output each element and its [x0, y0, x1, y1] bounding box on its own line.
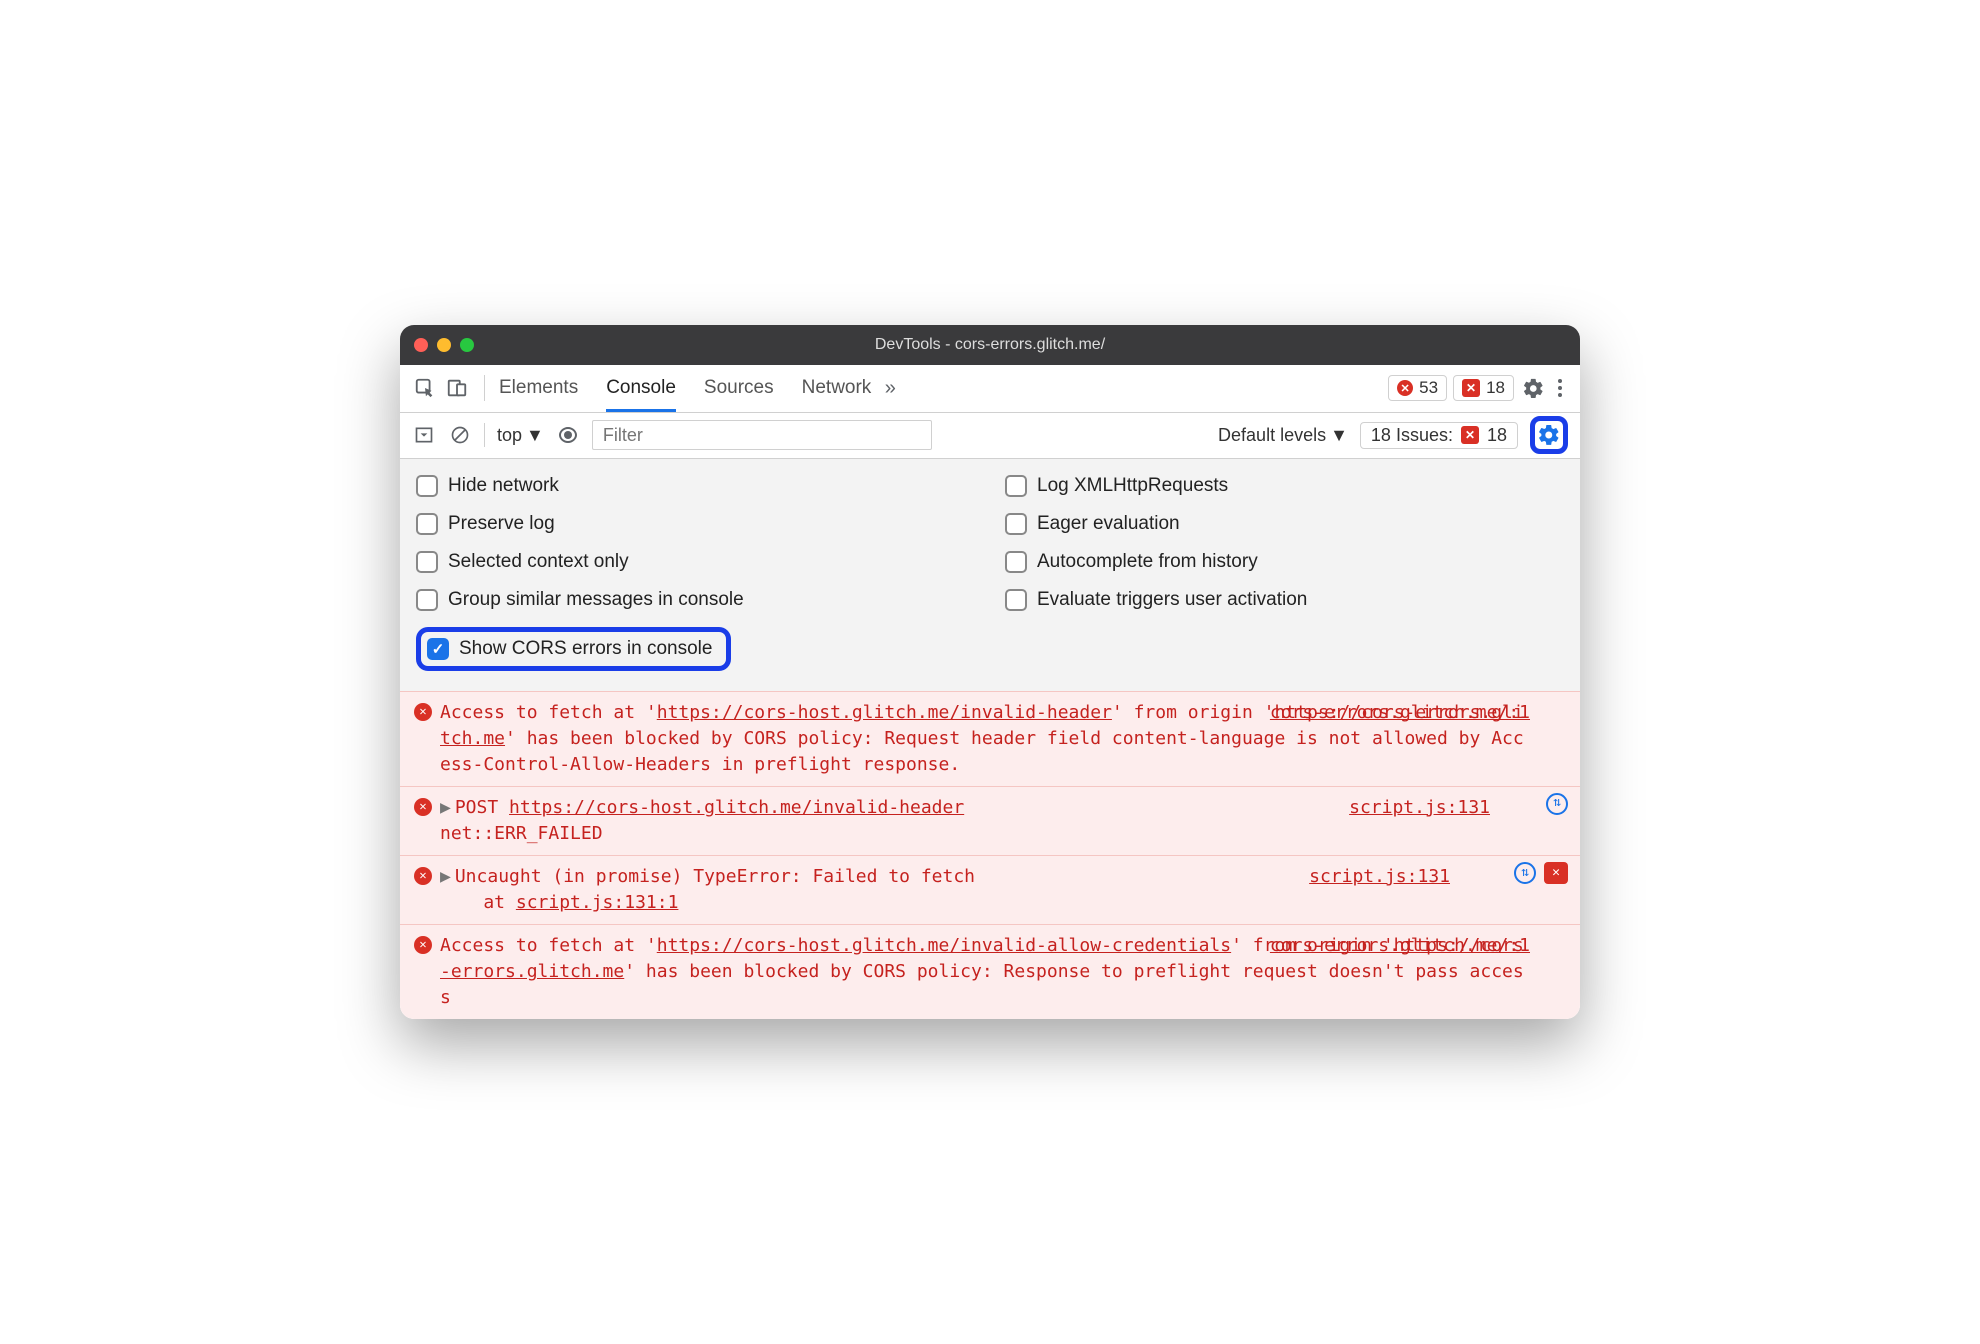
console-messages: ✕cors-errors.glitch.me/:1Access to fetch… — [400, 691, 1580, 1020]
error-icon: ✕ — [414, 703, 432, 721]
pref-show-cors-errors-in-console[interactable]: Show CORS errors in console — [416, 627, 731, 671]
console-message[interactable]: ✕cors-errors.glitch.me/:1Access to fetch… — [400, 691, 1580, 786]
log-levels-selector[interactable]: Default levels ▼ — [1218, 425, 1348, 446]
clear-console-icon[interactable] — [448, 423, 472, 447]
expand-icon[interactable]: ▶ — [440, 797, 451, 818]
issues-label: 18 Issues: — [1371, 425, 1453, 446]
error-icon: ✕ — [1397, 380, 1413, 396]
pref-preserve-log[interactable]: Preserve log — [416, 513, 975, 535]
pref-group-similar-messages-in-console[interactable]: Group similar messages in console — [416, 589, 975, 611]
pref-label: Log XMLHttpRequests — [1037, 475, 1228, 497]
console-message[interactable]: ✕⇅script.js:131▶POST https://cors-host.g… — [400, 786, 1580, 855]
chevron-down-icon: ▼ — [1330, 425, 1348, 446]
device-toolbar-icon[interactable] — [444, 375, 470, 401]
checkbox-eager-evaluation[interactable] — [1005, 513, 1027, 535]
error-icon: ✕ — [414, 936, 432, 954]
tab-elements[interactable]: Elements — [499, 365, 578, 412]
pref-hide-network[interactable]: Hide network — [416, 475, 975, 497]
expand-icon[interactable]: ▶ — [440, 866, 451, 887]
error-icon: ✕ — [414, 798, 432, 816]
pref-label: Preserve log — [448, 513, 555, 535]
source-link[interactable]: script.js:131 — [1349, 795, 1490, 821]
tab-console[interactable]: Console — [606, 365, 676, 412]
checkbox-evaluate-triggers-user-activation[interactable] — [1005, 589, 1027, 611]
source-link[interactable]: cors-errors.glitch.me/:1 — [1270, 933, 1530, 959]
minimize-window-button[interactable] — [437, 338, 451, 352]
tab-sources[interactable]: Sources — [704, 365, 774, 412]
issue-icon: ✕ — [1461, 426, 1479, 444]
pref-label: Show CORS errors in console — [459, 638, 712, 660]
console-message[interactable]: ✕cors-errors.glitch.me/:1Access to fetch… — [400, 924, 1580, 1019]
tab-network[interactable]: Network — [802, 365, 872, 412]
issues-counter[interactable]: ✕ 18 — [1453, 375, 1514, 401]
pref-selected-context-only[interactable]: Selected context only — [416, 551, 975, 573]
issue-icon[interactable]: ✕ — [1544, 862, 1568, 884]
checkbox-log-xmlhttprequests[interactable] — [1005, 475, 1027, 497]
pref-label: Hide network — [448, 475, 559, 497]
errors-count: 53 — [1419, 378, 1438, 398]
window-title: DevTools - cors-errors.glitch.me/ — [400, 336, 1580, 354]
live-expression-icon[interactable] — [556, 423, 580, 447]
source-link[interactable]: script.js:131 — [1309, 864, 1450, 890]
issues-count: 18 — [1486, 378, 1505, 398]
issues-summary[interactable]: 18 Issues: ✕ 18 — [1360, 422, 1518, 449]
checkbox-selected-context-only[interactable] — [416, 551, 438, 573]
url-link[interactable]: https://cors-host.glitch.me/invalid-head… — [657, 702, 1112, 723]
separator — [484, 375, 485, 401]
stack-link[interactable]: script.js:131:1 — [516, 892, 679, 913]
console-settings-button[interactable] — [1530, 416, 1568, 454]
pref-evaluate-triggers-user-activation[interactable]: Evaluate triggers user activation — [1005, 589, 1564, 611]
checkbox-preserve-log[interactable] — [416, 513, 438, 535]
url-link[interactable]: https://cors-host.glitch.me/invalid-head… — [509, 797, 964, 818]
issue-icon: ✕ — [1462, 379, 1480, 397]
network-icon[interactable]: ⇅ — [1514, 862, 1536, 884]
pref-label: Evaluate triggers user activation — [1037, 589, 1307, 611]
errors-counter[interactable]: ✕ 53 — [1388, 375, 1447, 401]
chevron-down-icon: ▼ — [526, 425, 544, 446]
checkbox-autocomplete-from-history[interactable] — [1005, 551, 1027, 573]
pref-eager-evaluation[interactable]: Eager evaluation — [1005, 513, 1564, 535]
levels-label: Default levels — [1218, 425, 1326, 446]
issues-badge-count: 18 — [1487, 425, 1507, 446]
pref-label: Group similar messages in console — [448, 589, 744, 611]
console-toolbar: top ▼ Default levels ▼ 18 Issues: ✕ 18 — [400, 413, 1580, 459]
panel-tabs: Elements Console Sources Network — [499, 365, 871, 412]
devtools-window: DevTools - cors-errors.glitch.me/ Elemen… — [400, 325, 1580, 1020]
pref-label: Autocomplete from history — [1037, 551, 1258, 573]
overflow-tabs-icon[interactable]: » — [877, 375, 903, 401]
main-toolbar: Elements Console Sources Network » ✕ 53 ✕ 1… — [400, 365, 1580, 413]
source-link[interactable]: cors-errors.glitch.me/:1 — [1270, 700, 1530, 726]
context-selector[interactable]: top ▼ — [497, 425, 544, 446]
maximize-window-button[interactable] — [460, 338, 474, 352]
separator — [484, 423, 485, 447]
pref-label: Selected context only — [448, 551, 629, 573]
pref-label: Eager evaluation — [1037, 513, 1180, 535]
console-settings-panel: Hide network Log XMLHttpRequests Preserve … — [400, 459, 1580, 691]
filter-input[interactable] — [592, 420, 932, 450]
titlebar: DevTools - cors-errors.glitch.me/ — [400, 325, 1580, 365]
close-window-button[interactable] — [414, 338, 428, 352]
error-icon: ✕ — [414, 867, 432, 885]
more-options-button[interactable] — [1552, 379, 1568, 397]
settings-button[interactable] — [1520, 375, 1546, 401]
traffic-lights — [414, 338, 474, 352]
checkbox-hide-network[interactable] — [416, 475, 438, 497]
pref-log-xmlhttprequests[interactable]: Log XMLHttpRequests — [1005, 475, 1564, 497]
context-label: top — [497, 425, 522, 446]
inspect-element-icon[interactable] — [412, 375, 438, 401]
checkbox-show-cors-errors-in-console[interactable] — [427, 638, 449, 660]
toggle-sidebar-icon[interactable] — [412, 423, 436, 447]
console-message[interactable]: ✕⇅✕script.js:131▶Uncaught (in promise) T… — [400, 855, 1580, 924]
url-link[interactable]: https://cors-host.glitch.me/invalid-allo… — [657, 935, 1231, 956]
network-icon[interactable]: ⇅ — [1546, 793, 1568, 815]
checkbox-group-similar-messages-in-console[interactable] — [416, 589, 438, 611]
pref-autocomplete-from-history[interactable]: Autocomplete from history — [1005, 551, 1564, 573]
